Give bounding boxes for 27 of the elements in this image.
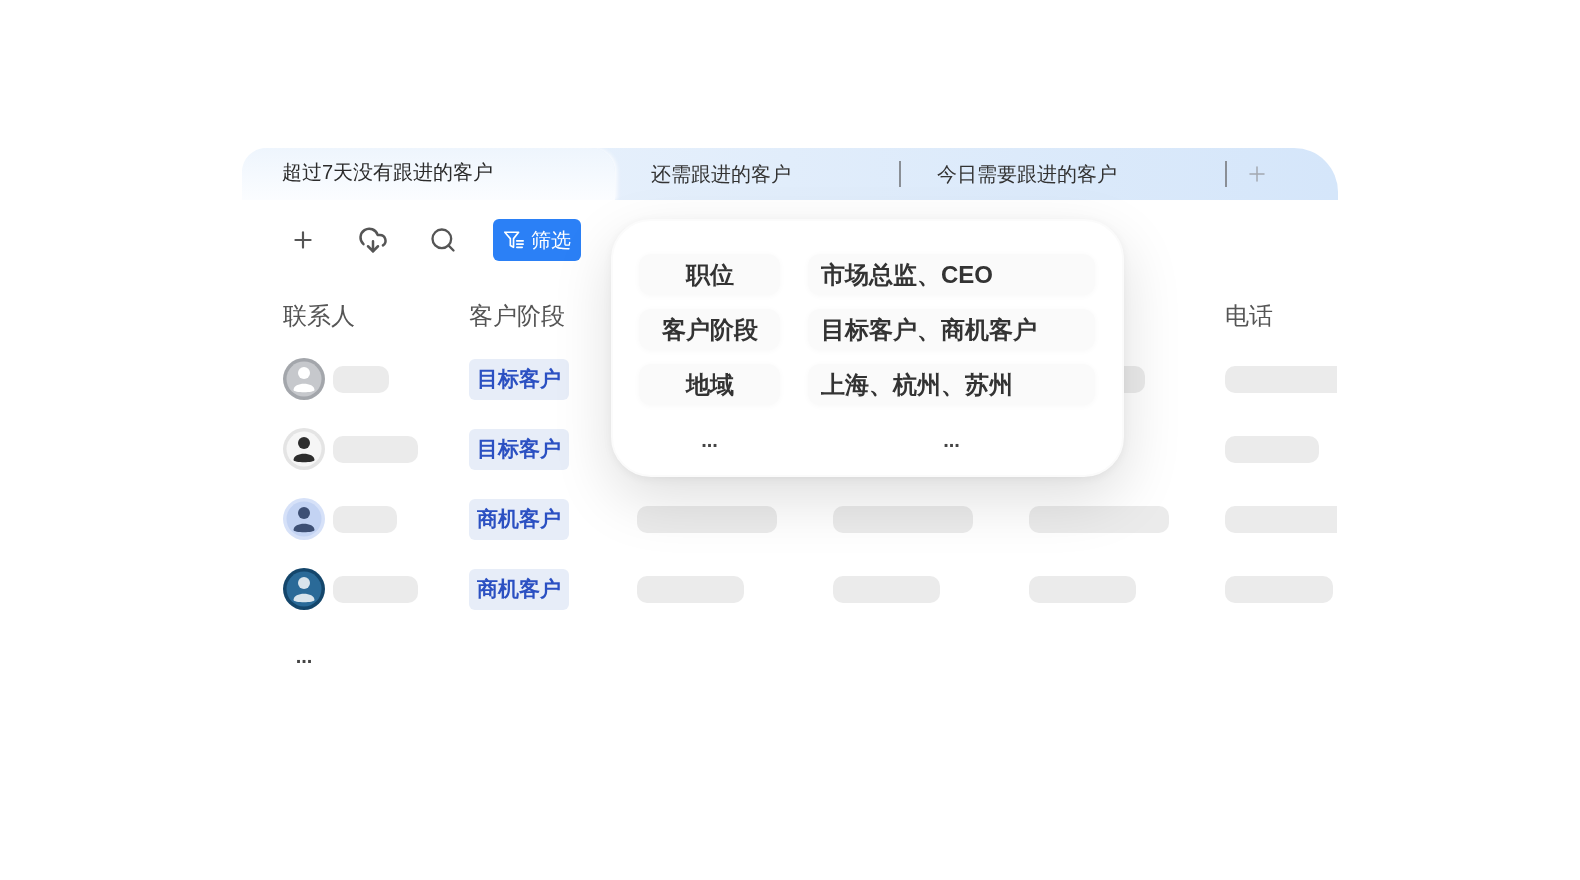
more-ellipsis: ... — [943, 427, 960, 453]
filter-button[interactable]: 筛选 — [493, 219, 581, 261]
condition-value: 目标客户、商机客户 — [808, 309, 1095, 350]
more-ellipsis: ... — [701, 427, 718, 453]
condition-field: 职位 — [639, 254, 780, 295]
avatar-icon — [283, 568, 325, 610]
stage-tag: 商机客户 — [469, 498, 569, 540]
stage-tag: 商机客户 — [469, 568, 569, 610]
tab[interactable]: 超过7天没有跟进的客户 — [242, 148, 615, 200]
avatar-icon — [283, 428, 325, 470]
tab[interactable]: 还需跟进的客户 — [615, 148, 899, 200]
cloud-download-icon — [358, 225, 388, 255]
condition-field: 地域 — [639, 364, 780, 405]
condition-value: 市场总监、CEO — [808, 254, 1095, 295]
avatar-icon — [283, 498, 325, 540]
stage-tag: 目标客户 — [469, 428, 569, 470]
more-ellipsis: ... — [295, 644, 313, 668]
condition-value: 上海、杭州、苏州 — [808, 364, 1095, 405]
avatar-icon — [283, 358, 325, 400]
column-header: 客户阶段 — [469, 301, 565, 331]
column-header: 联系人 — [283, 301, 355, 331]
search-icon — [429, 226, 457, 254]
filter-icon — [503, 229, 525, 251]
condition-field: 客户阶段 — [639, 309, 780, 350]
column-header: 电话 — [1225, 301, 1273, 331]
stage-tag: 目标客户 — [469, 358, 569, 400]
tab[interactable]: 今日需要跟进的客户 — [901, 148, 1225, 200]
